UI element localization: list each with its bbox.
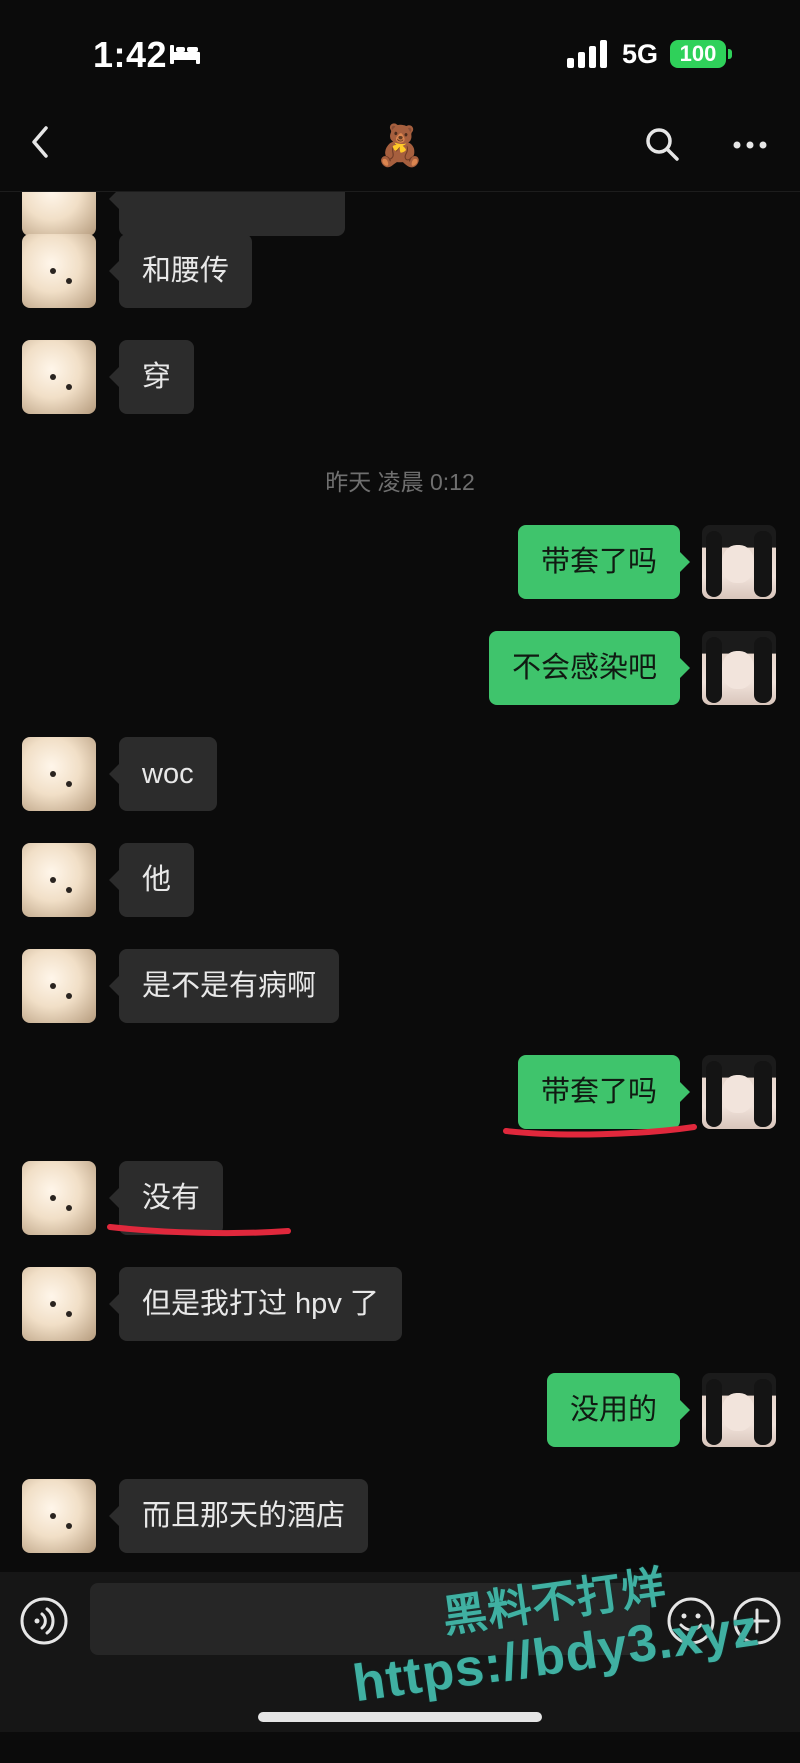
avatar[interactable]: [22, 1267, 96, 1341]
message-bubble-sent[interactable]: 带套了吗: [517, 525, 691, 599]
message-input[interactable]: [90, 1583, 650, 1655]
message-bubble[interactable]: 和腰传: [108, 234, 253, 308]
voice-icon[interactable]: [19, 1596, 69, 1646]
home-indicator[interactable]: [258, 1712, 542, 1722]
red-underline-annotation: [107, 1224, 291, 1237]
message-bubble[interactable]: 但是我打过 hpv 了: [109, 1267, 402, 1341]
message-row: 不会感染吧: [0, 631, 800, 705]
message-row: 没有: [0, 1161, 800, 1251]
red-underline-annotation: [503, 1124, 697, 1138]
message-row: 他: [0, 843, 800, 917]
message-bubble[interactable]: woc: [109, 737, 217, 811]
message-bubble[interactable]: 是不是有病啊: [108, 949, 340, 1023]
message-row: 和腰传: [0, 234, 800, 308]
chat-area[interactable]: 和腰传 穿 昨天 凌晨 0:12 带套了吗 不会感染吧 woc 他 是不是有病啊…: [0, 192, 800, 1572]
sleep-focus-icon: [168, 42, 202, 71]
message-bubble-sent[interactable]: 不会感染吧: [488, 631, 691, 705]
battery-tip: [728, 49, 732, 59]
avatar-self[interactable]: [702, 631, 776, 705]
battery-indicator: 100: [670, 40, 726, 68]
message-row: woc: [0, 737, 800, 811]
avatar-self[interactable]: [702, 525, 776, 599]
avatar[interactable]: [22, 192, 96, 236]
avatar[interactable]: [22, 1161, 96, 1235]
avatar[interactable]: [22, 234, 96, 308]
status-bar: 1:42 5G 100: [0, 0, 800, 100]
emoji-icon[interactable]: [666, 1596, 716, 1646]
message-row: 是不是有病啊: [0, 949, 800, 1023]
message-row: 但是我打过 hpv 了: [0, 1267, 800, 1341]
message-row: 没用的: [0, 1373, 800, 1447]
avatar-self[interactable]: [702, 1055, 776, 1129]
timestamp: 昨天 凌晨 0:12: [325, 469, 475, 495]
message-bubble[interactable]: 他: [108, 843, 195, 917]
avatar[interactable]: [22, 737, 96, 811]
message-row: 带套了吗: [0, 1055, 800, 1145]
message-row-partial: [0, 192, 800, 236]
status-time: 1:42: [93, 34, 168, 75]
message-bubble[interactable]: 而且那天的酒店: [108, 1479, 369, 1553]
message-row: 而且那天的酒店: [0, 1479, 800, 1553]
input-bar: [0, 1572, 800, 1732]
chevron-left-icon[interactable]: [26, 122, 56, 162]
more-icon[interactable]: [732, 138, 768, 150]
message-bubble[interactable]: 穿: [108, 340, 195, 414]
message-bubble-sent[interactable]: 没用的: [546, 1373, 691, 1447]
avatar[interactable]: [22, 340, 96, 414]
message-row: 穿: [0, 340, 800, 414]
avatar[interactable]: [22, 1479, 96, 1553]
plus-icon[interactable]: [732, 1596, 782, 1646]
signal-icon: [567, 40, 609, 73]
avatar-self[interactable]: [702, 1373, 776, 1447]
avatar[interactable]: [22, 949, 96, 1023]
nav-bar: 🧸: [0, 100, 800, 192]
chat-title: 🧸: [375, 124, 425, 168]
message-bubble-partial[interactable]: [109, 192, 345, 236]
message-row: 带套了吗: [0, 525, 800, 599]
network-type: 5G: [622, 39, 659, 69]
avatar[interactable]: [22, 843, 96, 917]
search-icon[interactable]: [644, 126, 680, 162]
